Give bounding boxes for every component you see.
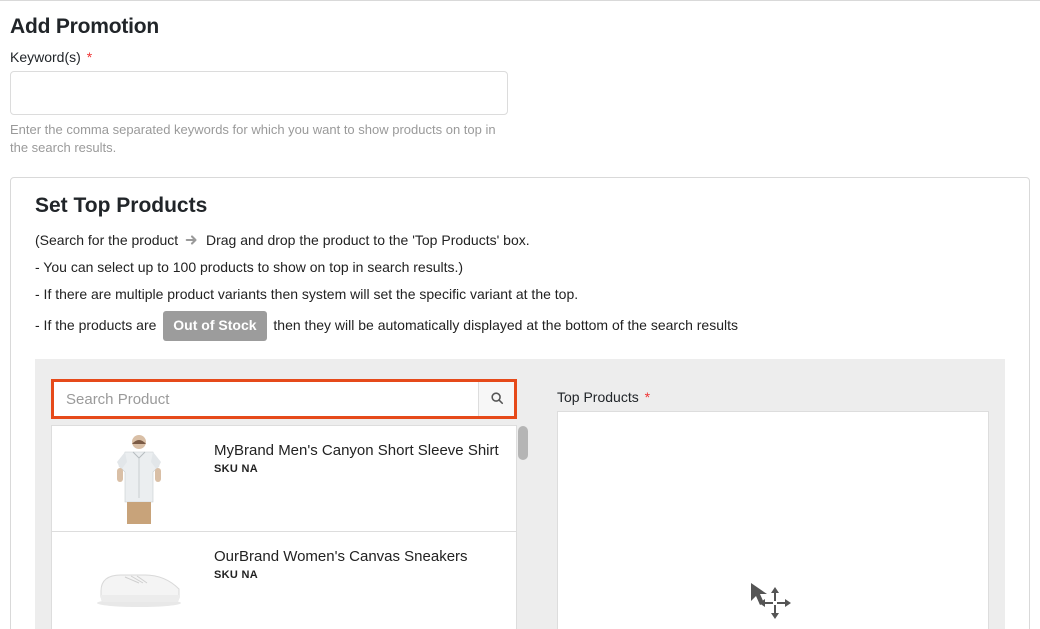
list-item-info: OurBrand Women's Canvas Sneakers SKU NA [214, 538, 504, 581]
set-top-products-panel: Set Top Products (Search for the product… [10, 177, 1030, 629]
product-search-box [51, 379, 517, 419]
search-button[interactable] [478, 382, 514, 416]
product-thumbnail [64, 538, 214, 629]
instruction-drag-text: Drag and drop the product to the 'Top Pr… [206, 232, 530, 248]
keywords-helper: Enter the comma separated keywords for w… [10, 121, 510, 157]
out-of-stock-pill: Out of Stock [163, 311, 266, 341]
search-results: MyBrand Men's Canyon Short Sleeve Shirt … [51, 425, 517, 629]
required-mark: * [645, 389, 650, 405]
top-products-label-text: Top Products [557, 389, 639, 405]
product-sku: SKU NA [214, 463, 504, 475]
instruction-bullet-3-suffix: then they will be automatically displaye… [273, 317, 738, 333]
scrollbar-thumb[interactable] [518, 426, 528, 460]
instruction-drag: (Search for the product Drag and drop th… [35, 230, 1005, 251]
keywords-label-text: Keyword(s) [10, 49, 81, 65]
search-input[interactable] [54, 382, 478, 416]
instruction-bullet-1: - You can select up to 100 products to s… [35, 257, 1005, 278]
list-item-info: MyBrand Men's Canyon Short Sleeve Shirt … [214, 432, 504, 475]
list-item[interactable]: MyBrand Men's Canyon Short Sleeve Shirt … [52, 426, 516, 532]
product-sku: SKU NA [214, 569, 504, 581]
top-products-label: Top Products * [557, 389, 989, 405]
drag-drop-icon [745, 581, 801, 629]
product-title: OurBrand Women's Canvas Sneakers [214, 548, 504, 565]
keywords-input[interactable] [10, 71, 508, 115]
list-item[interactable]: OurBrand Women's Canvas Sneakers SKU NA [52, 532, 516, 629]
instruction-bullet-3: - If the products are Out of Stock then … [35, 311, 1005, 341]
instruction-bullet-3-prefix: - If the products are [35, 317, 156, 333]
instruction-bullet-2: - If there are multiple product variants… [35, 284, 1005, 305]
arrow-right-icon [185, 232, 199, 246]
panel-heading: Set Top Products [35, 194, 1005, 218]
keywords-label: Keyword(s) * [10, 49, 1030, 65]
instruction-open: (Search for the product [35, 232, 178, 248]
search-icon [490, 391, 504, 408]
product-title: MyBrand Men's Canyon Short Sleeve Shirt [214, 442, 504, 459]
product-thumbnail [64, 432, 214, 526]
page-title: Add Promotion [10, 15, 1030, 39]
top-products-dropzone[interactable] [557, 411, 989, 629]
required-mark: * [87, 49, 92, 65]
